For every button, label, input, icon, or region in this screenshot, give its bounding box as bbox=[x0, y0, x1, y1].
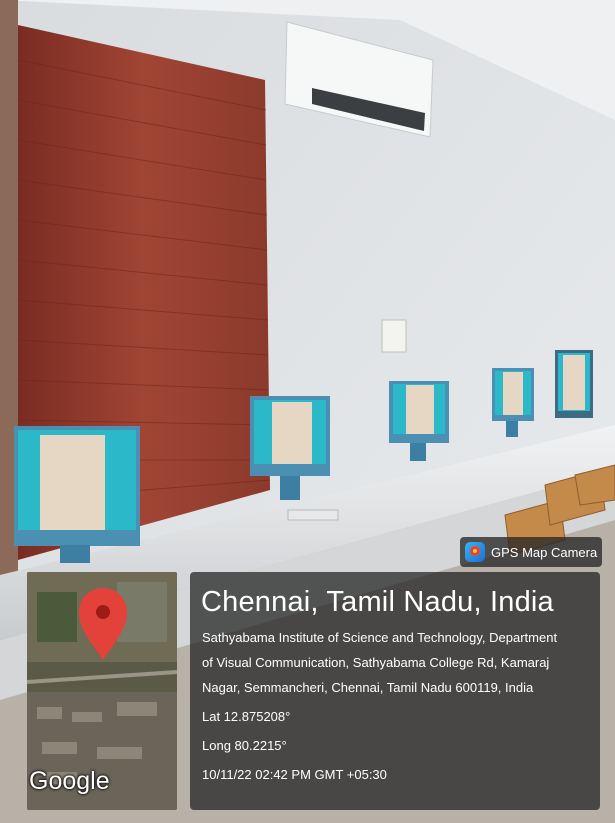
address-line-1: Sathyabama Institute of Science and Tech… bbox=[202, 630, 558, 645]
address-line-3: Nagar, Semmancheri, Chennai, Tamil Nadu … bbox=[202, 680, 534, 695]
badge-label: GPS Map Camera bbox=[491, 544, 598, 560]
map-thumbnail: Google bbox=[27, 572, 177, 810]
location-info-panel: Chennai, Tamil Nadu, India Sathyabama In… bbox=[190, 572, 600, 810]
monitor-5 bbox=[555, 350, 593, 418]
timestamp: 10/11/22 02:42 PM GMT +05:30 bbox=[202, 767, 387, 782]
latitude: Lat 12.875208° bbox=[202, 709, 291, 724]
monitor-1 bbox=[14, 426, 140, 563]
gps-map-camera-icon bbox=[465, 542, 485, 562]
address-line-2: of Visual Communication, Sathyabama Coll… bbox=[202, 655, 550, 670]
map-brand-label: Google bbox=[29, 767, 110, 795]
location-city: Chennai, Tamil Nadu, India bbox=[201, 586, 554, 618]
gps-map-camera-badge: GPS Map Camera bbox=[460, 537, 602, 567]
longitude: Long 80.2215° bbox=[202, 738, 287, 753]
